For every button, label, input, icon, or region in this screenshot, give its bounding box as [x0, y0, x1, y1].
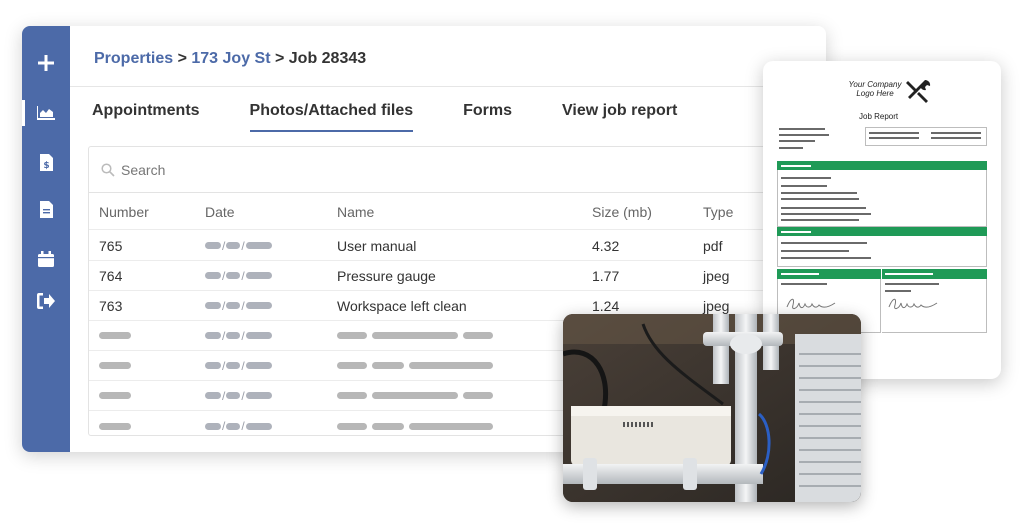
tab-view-job-report[interactable]: View job report [562, 102, 677, 132]
tab-appointments[interactable]: Appointments [92, 102, 200, 132]
row-name: Pressure gauge [337, 267, 436, 284]
row-number: 763 [99, 297, 123, 314]
logo-text-line2: Logo Here [856, 89, 894, 98]
row-number: 765 [99, 237, 123, 254]
table-row[interactable]: 764 // Pressure gauge 1.77 jpeg [89, 261, 787, 291]
breadcrumb-separator: > [173, 50, 192, 67]
table-header: Number Date Name Size (mb) Type [89, 194, 787, 230]
row-size: 4.32 [592, 237, 620, 254]
sidebar-item-sign-out[interactable] [22, 284, 70, 318]
row-type: jpeg [703, 267, 730, 284]
sidebar-item-calendar[interactable] [22, 242, 70, 276]
invoice-icon: $ [39, 153, 53, 171]
row-number: 764 [99, 267, 123, 284]
logo-text-line1: Your Company [848, 80, 902, 89]
search-bar [89, 147, 787, 193]
document-icon [39, 200, 53, 218]
sidebar-item-invoices[interactable]: $ [22, 145, 70, 179]
calendar-icon [38, 251, 54, 267]
sign-out-icon [37, 293, 55, 309]
date-redacted: / / [205, 231, 272, 260]
date-redacted: / / [205, 291, 272, 320]
sidebar-item-documents[interactable] [22, 192, 70, 226]
tab-photos-attached-files[interactable]: Photos/Attached files [249, 102, 413, 132]
column-header-size[interactable]: Size (mb) [592, 194, 652, 229]
breadcrumb: Properties > 173 Joy St > Job 28343 [94, 50, 366, 68]
svg-text:$: $ [43, 161, 49, 171]
search-icon [101, 162, 115, 177]
breadcrumb-separator: > [270, 50, 289, 67]
stage: $ Properties > 173 Joy St > Job 28343 Ap… [0, 0, 1024, 527]
row-name: User manual [337, 237, 417, 254]
row-size: 1.77 [592, 267, 620, 284]
report-section [777, 161, 987, 227]
tab-bar: Appointments Photos/Attached files Forms… [92, 102, 727, 132]
header-divider [70, 86, 826, 87]
row-type: pdf [703, 237, 723, 254]
add-button[interactable] [22, 46, 70, 80]
column-header-type[interactable]: Type [703, 194, 733, 229]
sidebar: $ [22, 26, 70, 452]
chart-area-icon [37, 106, 55, 120]
tools-icon [906, 79, 931, 103]
breadcrumb-properties[interactable]: Properties [94, 50, 173, 67]
search-input[interactable] [121, 161, 521, 178]
company-logo-placeholder: Your Company Logo Here [835, 80, 915, 98]
column-header-name[interactable]: Name [337, 194, 374, 229]
signature-scribble [888, 298, 938, 310]
sidebar-item-dashboard[interactable] [22, 96, 70, 130]
attached-photo[interactable] [563, 314, 861, 502]
plus-icon [38, 55, 54, 71]
breadcrumb-current: Job 28343 [288, 50, 367, 67]
breadcrumb-property[interactable]: 173 Joy St [191, 50, 270, 67]
date-redacted: / / [205, 261, 272, 290]
column-header-date[interactable]: Date [205, 194, 235, 229]
report-title: Job Report [859, 112, 899, 121]
table-row[interactable]: 765 // User manual 4.32 pdf [89, 231, 787, 261]
tab-forms[interactable]: Forms [463, 102, 512, 132]
row-name: Workspace left clean [337, 297, 467, 314]
plumbing-photo-illustration [563, 314, 861, 502]
column-header-number[interactable]: Number [99, 194, 149, 229]
signature-scribble [786, 298, 836, 310]
